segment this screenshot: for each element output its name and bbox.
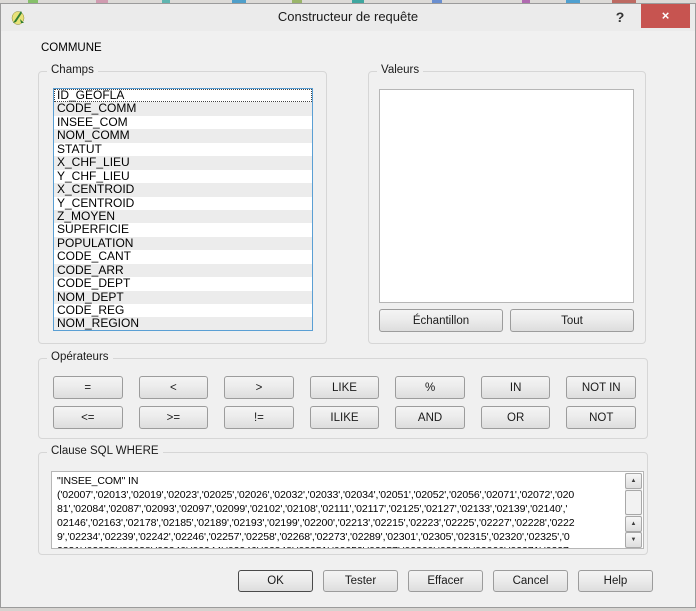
sql-vertical-scrollbar[interactable]: ▲ ▲ ▼ — [625, 473, 642, 547]
scroll-up-icon[interactable]: ▲ — [625, 516, 642, 532]
operator-in-button[interactable]: IN — [481, 376, 551, 399]
sql-line: 2331','02333','02338','02340','02344','0… — [57, 545, 622, 548]
scroll-down-icon[interactable]: ▼ — [625, 532, 642, 548]
field-item[interactable]: INSEE_COM — [54, 116, 312, 129]
operator-less-equal-button[interactable]: <= — [53, 406, 123, 429]
titlebar-help-button[interactable]: ? — [611, 8, 629, 26]
operator-like-button[interactable]: LIKE — [310, 376, 380, 399]
cancel-button[interactable]: Cancel — [493, 570, 568, 592]
scrollbar-thumb[interactable] — [625, 490, 642, 515]
operator-percent-button[interactable]: % — [395, 376, 465, 399]
titlebar: Constructeur de requête ? × — [1, 4, 695, 31]
operator-less-than-button[interactable]: < — [139, 376, 209, 399]
sql-editor[interactable]: "INSEE_COM" IN ('02007','02013','02019',… — [51, 471, 644, 549]
fields-groupbox: Champs ID_GEOFLA CODE_COMM INSEE_COM NOM… — [38, 71, 327, 344]
test-button[interactable]: Tester — [323, 570, 398, 592]
operator-and-button[interactable]: AND — [395, 406, 465, 429]
fields-group-label: Champs — [47, 64, 98, 76]
operator-not-equal-button[interactable]: != — [224, 406, 294, 429]
field-item[interactable]: Y_CHF_LIEU — [54, 170, 312, 183]
field-item[interactable]: STATUT — [54, 143, 312, 156]
operators-groupbox: Opérateurs = < > LIKE % IN NOT IN <= >= … — [38, 358, 648, 439]
ok-button[interactable]: OK — [238, 570, 313, 592]
operator-or-button[interactable]: OR — [481, 406, 551, 429]
field-item[interactable]: Y_CENTROID — [54, 197, 312, 210]
field-item[interactable]: ID_GEOFLA — [54, 89, 312, 102]
help-button[interactable]: Help — [578, 570, 653, 592]
field-item[interactable]: POPULATION — [54, 237, 312, 250]
field-item[interactable]: CODE_DEPT — [54, 277, 312, 290]
field-item[interactable]: X_CHF_LIEU — [54, 156, 312, 169]
window-title: Constructeur de requête — [1, 9, 695, 24]
sql-text: "INSEE_COM" IN ('02007','02013','02019',… — [57, 475, 622, 548]
operator-greater-equal-button[interactable]: >= — [139, 406, 209, 429]
values-groupbox: Valeurs Échantillon Tout — [368, 71, 646, 344]
field-item[interactable]: SUPERFICIE — [54, 223, 312, 236]
field-item[interactable]: X_CENTROID — [54, 183, 312, 196]
query-builder-dialog: Constructeur de requête ? × COMMUNE Cham… — [0, 3, 696, 608]
field-item[interactable]: NOM_COMM — [54, 129, 312, 142]
field-item[interactable]: CODE_COMM — [54, 102, 312, 115]
field-item[interactable]: CODE_REG — [54, 304, 312, 317]
sql-where-groupbox: Clause SQL WHERE "INSEE_COM" IN ('02007'… — [38, 452, 648, 555]
operator-greater-than-button[interactable]: > — [224, 376, 294, 399]
sql-line: ('02007','02013','02019','02023','02025'… — [57, 489, 622, 503]
field-item[interactable]: CODE_ARR — [54, 264, 312, 277]
sql-line: 9','02234','02239','02242','02246','0225… — [57, 531, 622, 545]
operators-grid: = < > LIKE % IN NOT IN <= >= != ILIKE AN… — [53, 376, 636, 429]
operator-not-in-button[interactable]: NOT IN — [566, 376, 636, 399]
all-button[interactable]: Tout — [510, 309, 634, 332]
values-group-label: Valeurs — [377, 64, 423, 76]
operator-ilike-button[interactable]: ILIKE — [310, 406, 380, 429]
sql-line: "INSEE_COM" IN — [57, 475, 622, 489]
clear-button[interactable]: Effacer — [408, 570, 483, 592]
sample-button[interactable]: Échantillon — [379, 309, 503, 332]
fields-list[interactable]: ID_GEOFLA CODE_COMM INSEE_COM NOM_COMM S… — [53, 88, 313, 331]
layer-name-label: COMMUNE — [41, 42, 102, 54]
field-item[interactable]: Z_MOYEN — [54, 210, 312, 223]
close-button[interactable]: × — [641, 4, 690, 28]
field-item[interactable]: NOM_DEPT — [54, 291, 312, 304]
scroll-up-icon[interactable]: ▲ — [625, 473, 642, 489]
sql-line: 81','02084','02087','02093','02097','020… — [57, 503, 622, 517]
operators-group-label: Opérateurs — [47, 351, 113, 363]
operator-equals-button[interactable]: = — [53, 376, 123, 399]
sql-group-label: Clause SQL WHERE — [47, 445, 163, 457]
sql-line: 02146','02163','02178','02185','02189','… — [57, 517, 622, 531]
values-list[interactable] — [379, 89, 634, 303]
field-item[interactable]: CODE_CANT — [54, 250, 312, 263]
operator-not-button[interactable]: NOT — [566, 406, 636, 429]
field-item[interactable]: NOM_REGION — [54, 317, 312, 330]
